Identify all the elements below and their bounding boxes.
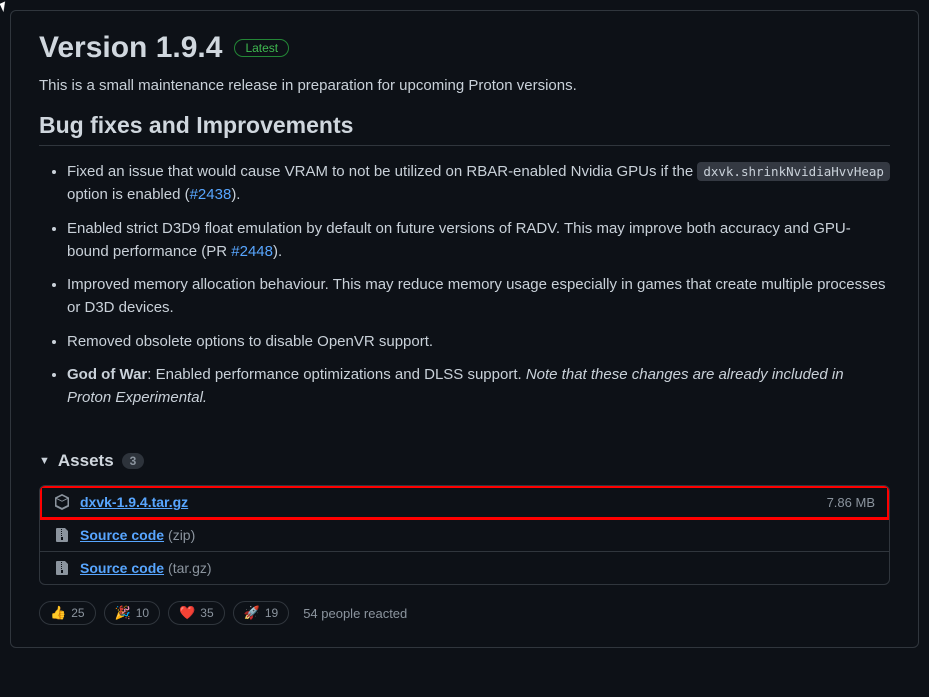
reaction-count: 25 — [71, 606, 84, 620]
asset-suffix: (tar.gz) — [168, 560, 212, 576]
asset-link[interactable]: Source code — [80, 527, 164, 543]
reaction-rocket[interactable]: 🚀 19 — [233, 601, 290, 625]
reaction-count: 35 — [200, 606, 213, 620]
asset-row-highlighted[interactable]: dxvk-1.9.4.tar.gz 7.86 MB — [40, 486, 889, 519]
asset-row[interactable]: Source code (tar.gz) — [40, 552, 889, 584]
package-icon — [54, 494, 70, 510]
asset-link[interactable]: dxvk-1.9.4.tar.gz — [80, 494, 188, 510]
bugfix-item: Enabled strict D3D9 float emulation by d… — [67, 217, 890, 264]
release-title: Version 1.9.4 — [39, 31, 222, 65]
thumbsup-icon: 👍 — [50, 605, 66, 621]
bugfix-item: Improved memory allocation behaviour. Th… — [67, 273, 890, 320]
bugfixes-heading: Bug fixes and Improvements — [39, 112, 890, 146]
assets-count-badge: 3 — [122, 453, 145, 469]
text-fragment: ). — [231, 186, 240, 203]
code-option: dxvk.shrinkNvidiaHvvHeap — [697, 162, 890, 181]
title-row: Version 1.9.4 Latest — [39, 31, 890, 65]
asset-row[interactable]: Source code (zip) — [40, 519, 889, 552]
tada-icon: 🎉 — [115, 605, 131, 621]
assets-label: Assets — [58, 451, 114, 471]
asset-size: 7.86 MB — [827, 495, 875, 510]
release-card: Version 1.9.4 Latest This is a small mai… — [10, 10, 919, 648]
reactions-row: 👍 25 🎉 10 ❤️ 35 🚀 19 54 people reacted — [39, 601, 890, 625]
text-fragment: Fixed an issue that would cause VRAM to … — [67, 163, 697, 180]
release-description: This is a small maintenance release in p… — [39, 77, 890, 94]
latest-badge: Latest — [234, 39, 289, 57]
pr-link[interactable]: #2448 — [231, 243, 273, 260]
bugfix-item: God of War: Enabled performance optimiza… — [67, 363, 890, 410]
assets-section: ▼ Assets 3 dxvk-1.9.4.tar.gz 7.86 MB Sou… — [39, 451, 890, 625]
text-fragment: option is enabled ( — [67, 186, 190, 203]
text-fragment: Enabled strict D3D9 float emulation by d… — [67, 220, 851, 260]
bugfix-item: Fixed an issue that would cause VRAM to … — [67, 160, 890, 207]
reaction-thumbsup[interactable]: 👍 25 — [39, 601, 96, 625]
heart-icon: ❤️ — [179, 605, 195, 621]
reaction-summary: 54 people reacted — [303, 606, 407, 621]
reaction-tada[interactable]: 🎉 10 — [104, 601, 161, 625]
file-zip-icon — [54, 527, 70, 543]
game-name: God of War — [67, 366, 147, 383]
rocket-icon: 🚀 — [244, 605, 260, 621]
text-fragment: : Enabled performance optimizations and … — [147, 366, 526, 383]
reaction-heart[interactable]: ❤️ 35 — [168, 601, 225, 625]
issue-link[interactable]: #2438 — [190, 186, 232, 203]
asset-link[interactable]: Source code — [80, 560, 164, 576]
assets-toggle[interactable]: ▼ Assets 3 — [39, 451, 890, 471]
text-fragment: ). — [273, 243, 282, 260]
file-zip-icon — [54, 560, 70, 576]
assets-list: dxvk-1.9.4.tar.gz 7.86 MB Source code (z… — [39, 485, 890, 585]
reaction-count: 19 — [265, 606, 278, 620]
caret-down-icon: ▼ — [39, 455, 50, 467]
asset-suffix: (zip) — [168, 527, 195, 543]
reaction-count: 10 — [136, 606, 149, 620]
bugfixes-list: Fixed an issue that would cause VRAM to … — [39, 160, 890, 409]
bugfix-item: Removed obsolete options to disable Open… — [67, 330, 890, 353]
